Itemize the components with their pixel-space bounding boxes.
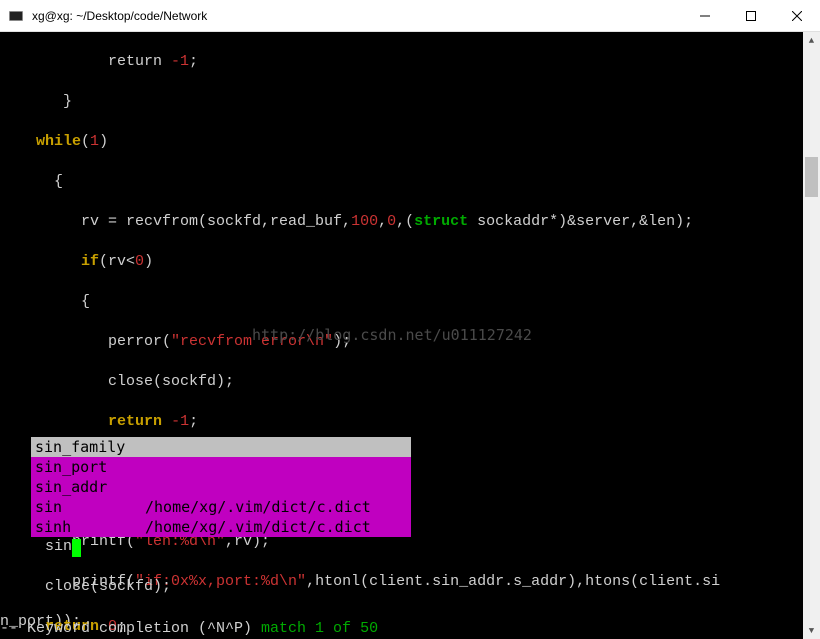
close-button[interactable] (774, 0, 820, 32)
completion-item[interactable]: sinh/home/xg/.vim/dict/c.dict (31, 517, 411, 537)
current-input-line: sin (0, 537, 81, 557)
terminal-area[interactable]: return -1; } while(1) { rv = recvfrom(so… (0, 32, 820, 639)
text-cursor (72, 539, 81, 557)
completion-item[interactable]: sin_addr (31, 477, 411, 497)
minimize-button[interactable] (682, 0, 728, 32)
maximize-button[interactable] (728, 0, 774, 32)
window-title: xg@xg: ~/Desktop/code/Network (32, 9, 682, 23)
code-content: return -1; } while(1) { rv = recvfrom(so… (0, 32, 720, 639)
titlebar: xg@xg: ~/Desktop/code/Network (0, 0, 820, 32)
completion-item-selected[interactable]: sin_family (31, 437, 411, 457)
scroll-up-arrow[interactable]: ▲ (803, 32, 820, 49)
completion-popup[interactable]: sin_family sin_port sin_addr sin/home/xg… (31, 437, 411, 537)
scrollbar-thumb[interactable] (805, 157, 818, 197)
scroll-down-arrow[interactable]: ▼ (803, 622, 820, 639)
vim-statusline: -- Keyword completion (^N^P) match 1 of … (0, 619, 378, 639)
scrollbar-track[interactable] (803, 49, 820, 622)
completion-item[interactable]: sin/home/xg/.vim/dict/c.dict (31, 497, 411, 517)
vertical-scrollbar[interactable]: ▲ ▼ (803, 32, 820, 639)
app-icon (8, 8, 24, 24)
window-controls (682, 0, 820, 32)
completion-item[interactable]: sin_port (31, 457, 411, 477)
